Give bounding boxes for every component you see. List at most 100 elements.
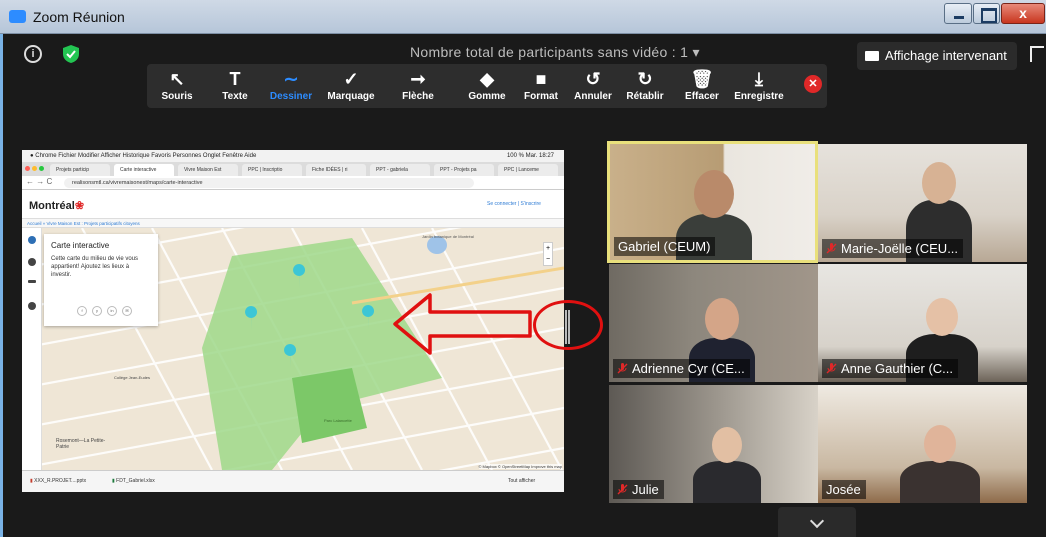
minimize-button[interactable] (944, 3, 972, 24)
arrow-icon: ➞ (410, 69, 426, 89)
chevron-down-icon[interactable] (778, 507, 856, 537)
map-label: Jardin botanique de Montréal (422, 234, 474, 239)
tool-label: Marquage (327, 91, 375, 102)
participant-face (924, 425, 956, 463)
browser-tab[interactable]: Vivre Maison Est (178, 164, 238, 176)
download-item[interactable]: ▮ XXX_R.PROJET....pptx (30, 478, 86, 484)
tool-label: Souris (161, 91, 193, 102)
browser-tab[interactable]: Fiche IDÉES | ri (306, 164, 366, 176)
shield-icon[interactable] (62, 44, 80, 64)
grid-view-icon (865, 51, 879, 61)
close-annotation-icon[interactable]: ✕ (804, 75, 822, 93)
browser-tab[interactable]: Projets particip (50, 164, 110, 176)
tool-souris[interactable]: ↖ Souris (159, 64, 195, 108)
info-icon[interactable]: i (24, 45, 42, 63)
minimize-dot-icon (32, 166, 37, 171)
participant-video-tile[interactable]: Julie (609, 385, 818, 503)
url-field: realisonsmtl.ca/vivremaisonest/maps/cart… (64, 178, 474, 188)
browser-tab[interactable]: Carte interactive (114, 164, 174, 176)
map-pin-icon (362, 305, 375, 329)
undo-icon: ↺ (585, 69, 601, 89)
tool-texte[interactable]: T Texte (217, 64, 253, 108)
fullscreen-icon[interactable] (1030, 46, 1044, 62)
maximize-button[interactable] (973, 3, 1000, 24)
participants-without-video-dropdown[interactable]: Nombre total de participants sans vidéo … (410, 44, 700, 61)
draw-icon: ∼ (283, 69, 299, 89)
map-label: Parc Lalancette (324, 418, 352, 423)
share-resize-handle[interactable] (565, 310, 570, 344)
window-title: Zoom Réunion (33, 9, 125, 25)
tool-rétablir[interactable]: ↻ Rétablir (622, 64, 668, 108)
annotation-toolbar: ↖ Souris T Texte ∼ Dessiner ✓ Marquage ➞ Flèche ◆ G… (147, 64, 827, 108)
annotation-arrow (393, 293, 532, 355)
show-all-downloads[interactable]: Tout afficher (508, 478, 535, 484)
participant-video-tile[interactable]: Anne Gauthier (C... (818, 264, 1027, 382)
close-window-button[interactable]: x (1001, 3, 1045, 24)
muted-mic-icon (826, 242, 837, 254)
tool-dessiner[interactable]: ∼ Dessiner (268, 64, 314, 108)
map-pin-icon (293, 264, 306, 288)
participant-figure (693, 461, 761, 503)
close-dot-icon (25, 166, 30, 171)
participant-name-label: Julie (613, 480, 664, 499)
zoom-app-icon (9, 10, 26, 23)
mac-menu-items: Chrome Fichier Modifier Afficher Histori… (35, 153, 257, 159)
tool-label: Annuler (574, 91, 612, 102)
tool-label: Gomme (468, 91, 506, 102)
participant-video-tile[interactable]: Adrienne Cyr (CE... (609, 264, 818, 382)
xlsx-file-icon: ▮ (112, 478, 115, 484)
browser-address-bar: ← → C realisonsmtl.ca/vivremaisonest/map… (22, 176, 564, 190)
tool-effacer[interactable]: 🗑 Effacer (682, 64, 722, 108)
save-icon: ⤓ (755, 69, 763, 89)
tool-label: Format (524, 91, 558, 102)
browser-tab[interactable]: PPT - Projets pa (434, 164, 494, 176)
pptx-file-icon: ▮ (30, 478, 33, 484)
map-attribution: © Mapbox © OpenStreetMap Improve this ma… (478, 464, 562, 469)
back-forward-reload-icons: ← → C (26, 177, 53, 186)
zoom-out-button[interactable]: − (544, 254, 552, 265)
participant-face (712, 427, 742, 463)
browser-tab[interactable]: PPT - gabriela (370, 164, 430, 176)
tool-label: Rétablir (626, 91, 664, 102)
tool-label: Texte (222, 91, 248, 102)
mouse-pointer-icon: ↖ (169, 69, 185, 89)
site-login-links: Se connecter | S'inscrire (487, 201, 541, 207)
participant-name-label: Josée (822, 480, 866, 499)
tool-label: Flèche (402, 91, 434, 102)
rose-icon: ❀ (74, 200, 85, 212)
tool-flèche[interactable]: ➞ Flèche (400, 64, 436, 108)
participant-video-tile[interactable]: Gabriel (CEUM) (607, 141, 818, 263)
tool-label: Effacer (685, 91, 719, 102)
browser-tab-strip: Projets particip Carte interactive Vivre M… (22, 162, 564, 176)
eraser-icon: ◆ (480, 69, 494, 89)
redo-icon: ↻ (637, 69, 653, 89)
map-pin-icon (245, 306, 258, 330)
participant-face (705, 298, 739, 340)
map-zoom-control[interactable]: + − (543, 242, 553, 266)
format-icon: ■ (535, 69, 547, 89)
text-icon: T (229, 69, 241, 89)
mac-status: 100 % Mar. 18:27 (506, 153, 554, 159)
tool-label: Dessiner (269, 91, 313, 102)
speaker-view-button[interactable]: Affichage intervenant (857, 42, 1017, 70)
window-border (0, 34, 3, 537)
download-item[interactable]: ▮ FDT_Gabriel.xlsx (112, 478, 155, 484)
browser-tab[interactable]: PPC | Lanceme (498, 164, 558, 176)
participant-face (926, 298, 958, 336)
tool-gomme[interactable]: ◆ Gomme (464, 64, 510, 108)
muted-mic-icon (617, 362, 628, 374)
participant-video-tile[interactable]: Marie-Joëlle (CEU... (818, 144, 1027, 262)
participant-video-tile[interactable]: Josée (818, 385, 1027, 503)
tool-enregistre[interactable]: ⤓ Enregistre (731, 64, 787, 108)
participant-face (694, 170, 734, 218)
tool-marquage[interactable]: ✓ Marquage (324, 64, 378, 108)
tool-annuler[interactable]: ↺ Annuler (571, 64, 615, 108)
tool-format[interactable]: ■ Format (520, 64, 562, 108)
zoom-window: Zoom Réunion x i Nombre total de partici… (0, 0, 1046, 537)
mac-menu-bar: ● Chrome Fichier Modifier Afficher Histo… (22, 150, 564, 162)
participant-name-label: Gabriel (CEUM) (614, 237, 716, 256)
montreal-logo: Montréal❀ (29, 200, 85, 212)
maximize-dot-icon (39, 166, 44, 171)
zoom-in-button[interactable]: + (544, 243, 552, 254)
browser-tab[interactable]: PPC | Inscriptio (242, 164, 302, 176)
